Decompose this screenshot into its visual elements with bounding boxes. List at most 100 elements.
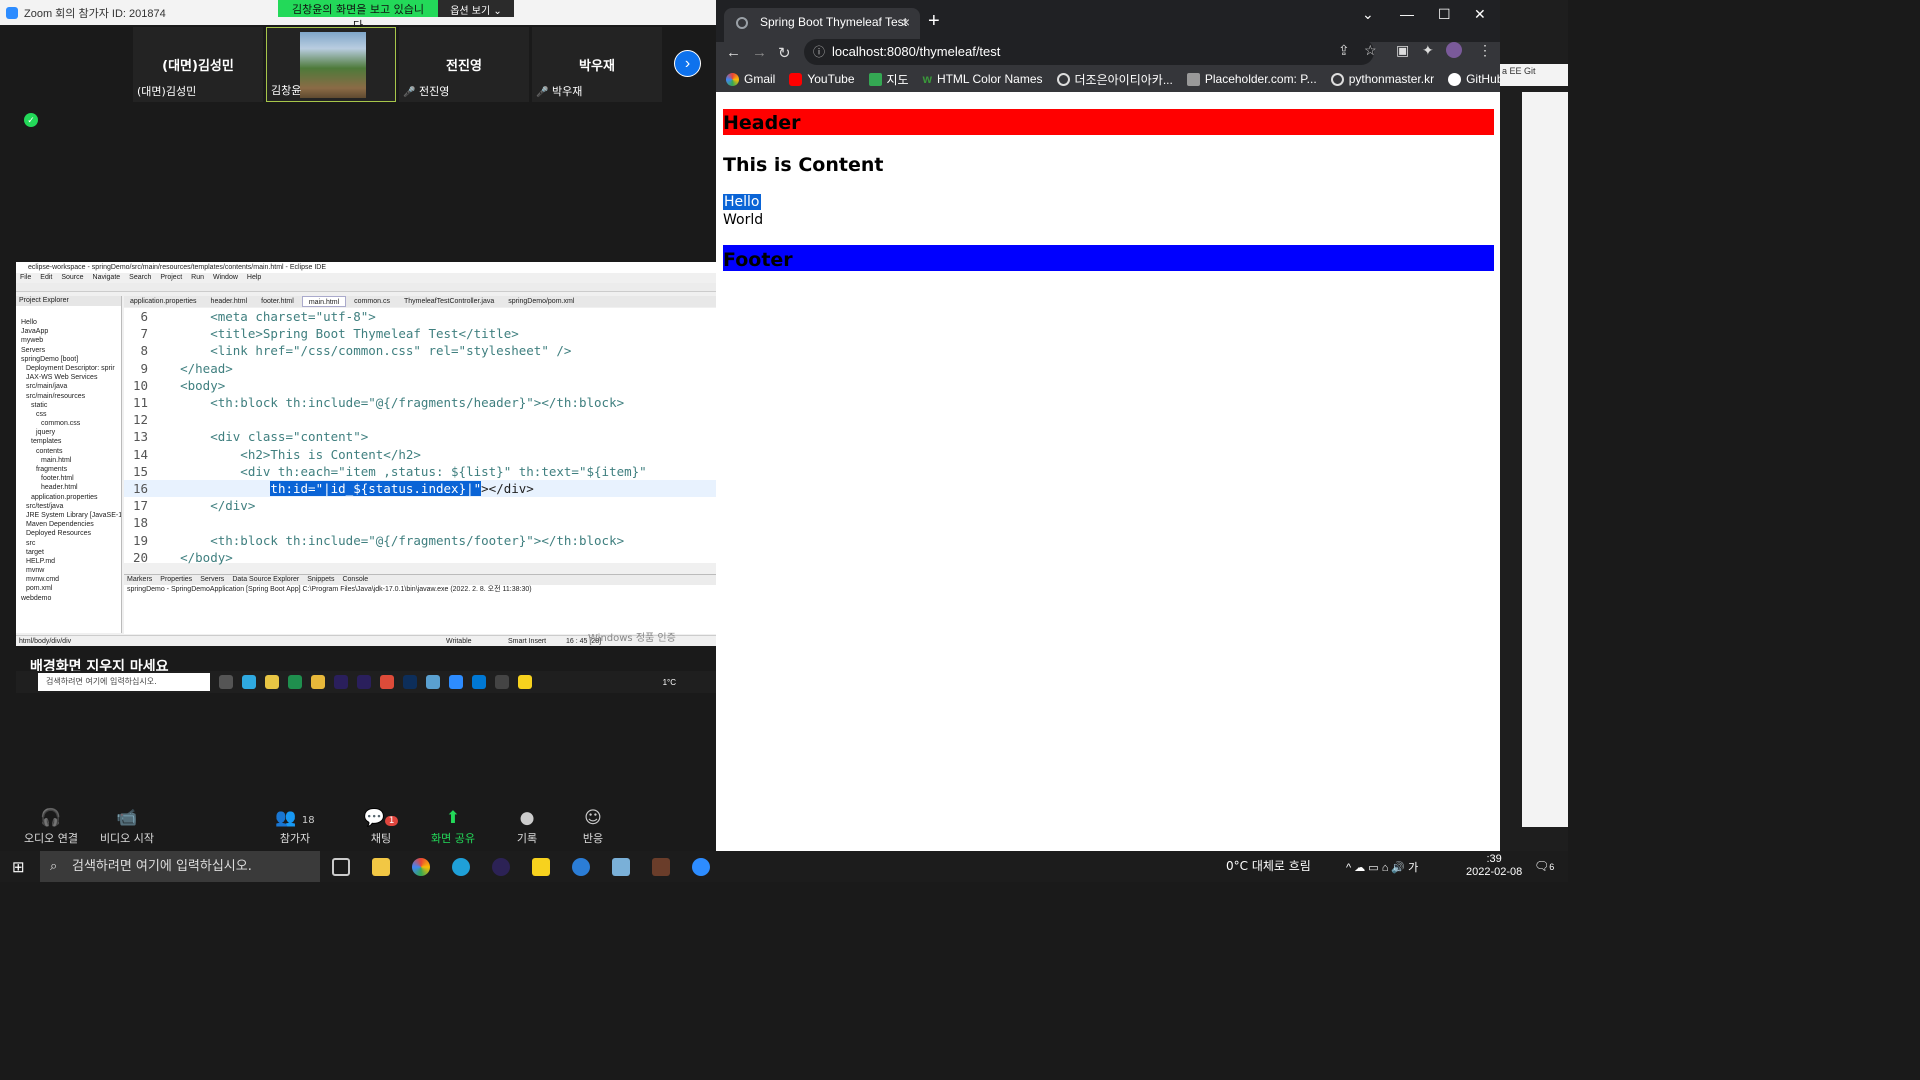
- bookmark-github[interactable]: GitHub: [1448, 72, 1503, 86]
- close-window-icon[interactable]: ✕: [1474, 6, 1486, 23]
- tree-item[interactable]: JavaApp: [16, 327, 121, 336]
- code-line[interactable]: 17 </div>: [124, 497, 716, 514]
- tree-item[interactable]: fragments: [16, 465, 121, 474]
- bookmark-html-colors[interactable]: w HTML Color Names: [923, 72, 1043, 86]
- editor-tab[interactable]: common.cs: [348, 296, 396, 307]
- next-page-icon[interactable]: ›: [674, 50, 701, 77]
- share-icon[interactable]: ⇪: [1338, 42, 1350, 59]
- back-icon[interactable]: ←: [726, 44, 741, 61]
- console-tab[interactable]: Data Source Explorer: [232, 575, 299, 585]
- menu-item[interactable]: Run: [191, 273, 204, 283]
- tree-item[interactable]: JRE System Library [JavaSE-1: [16, 511, 121, 520]
- menu-icon[interactable]: ⋮: [1478, 42, 1492, 59]
- star-icon[interactable]: ☆: [1364, 42, 1377, 59]
- tree-item[interactable]: css: [16, 410, 121, 419]
- tree-item[interactable]: JAX-WS Web Services: [16, 373, 121, 382]
- tree-item[interactable]: target: [16, 548, 121, 557]
- maximize-icon[interactable]: ☐: [1438, 6, 1451, 23]
- view-options-button[interactable]: 옵션 보기 ⌄: [438, 0, 514, 17]
- code-line[interactable]: 7 <title>Spring Boot Thymeleaf Test</tit…: [124, 325, 716, 342]
- browser-tab[interactable]: Spring Boot Thymeleaf Test ×: [724, 8, 920, 42]
- reload-icon[interactable]: ↻: [778, 44, 791, 62]
- task-view-icon[interactable]: [332, 858, 350, 876]
- code-line[interactable]: 19 <th:block th:include="@{/fragments/fo…: [124, 532, 716, 549]
- tree-item[interactable]: contents: [16, 447, 121, 456]
- menu-item[interactable]: Source: [61, 273, 83, 283]
- profile-avatar[interactable]: [1446, 42, 1462, 58]
- tree-item[interactable]: src/test/java: [16, 502, 121, 511]
- tree-item[interactable]: mvnw.cmd: [16, 575, 121, 584]
- game-icon[interactable]: [652, 858, 670, 876]
- audio-button[interactable]: 🎧 오디오 연결: [16, 808, 86, 846]
- tree-item[interactable]: src/main/java: [16, 382, 121, 391]
- bookmark-pythonmaster[interactable]: pythonmaster.kr: [1330, 72, 1434, 86]
- bookmark-maps[interactable]: 지도: [868, 71, 909, 88]
- tray-icons[interactable]: ^ ☁ ▭ ⌂ 🔊 가: [1346, 859, 1418, 875]
- console-tab[interactable]: Snippets: [307, 575, 334, 585]
- tree-item[interactable]: src/main/resources: [16, 392, 121, 401]
- editor-tab[interactable]: main.html: [301, 296, 347, 307]
- menu-item[interactable]: Help: [247, 273, 261, 283]
- participant-tile[interactable]: 박우재 🎤 박우재: [532, 27, 662, 102]
- menu-item[interactable]: Navigate: [93, 273, 121, 283]
- bookmark-placeholder[interactable]: Placeholder.com: P...: [1186, 72, 1317, 86]
- editor-tab[interactable]: footer.html: [255, 296, 300, 307]
- taskbar-search[interactable]: ⌕ 검색하려면 여기에 입력하십시오.: [40, 851, 320, 882]
- tree-item[interactable]: HELP.md: [16, 557, 121, 566]
- editor-tab[interactable]: header.html: [205, 296, 254, 307]
- tab-search-icon[interactable]: ⌄: [1362, 6, 1374, 23]
- code-line[interactable]: 12: [124, 411, 716, 428]
- notepad-taskbar-icon[interactable]: [612, 858, 630, 876]
- tree-item[interactable]: main.html: [16, 456, 121, 465]
- tree-item[interactable]: Deployment Descriptor: sprir: [16, 364, 121, 373]
- tree-item[interactable]: webdemo: [16, 594, 121, 603]
- share-screen-button[interactable]: ⬆ 화면 공유: [418, 808, 488, 846]
- editor-tab[interactable]: application.properties: [124, 296, 203, 307]
- tree-item[interactable]: springDemo [boot]: [16, 355, 121, 364]
- close-tab-icon[interactable]: ×: [902, 8, 910, 36]
- bookmark-gmail[interactable]: Gmail: [726, 72, 775, 86]
- tree-item[interactable]: src: [16, 539, 121, 548]
- tree-item[interactable]: Servers: [16, 346, 121, 355]
- extension-icon[interactable]: ▣: [1396, 42, 1409, 59]
- code-line[interactable]: 10 <body>: [124, 377, 716, 394]
- file-explorer-icon[interactable]: [372, 858, 390, 876]
- code-line[interactable]: 18: [124, 514, 716, 531]
- tree-item[interactable]: header.html: [16, 483, 121, 492]
- record-button[interactable]: ● 기록: [492, 808, 562, 846]
- console-tab[interactable]: Servers: [200, 575, 224, 585]
- address-bar[interactable]: ⓘ localhost:8080/thymeleaf/test: [804, 39, 1374, 65]
- edge-taskbar-icon[interactable]: [452, 858, 470, 876]
- participant-tile[interactable]: 전진영 🎤 전진영: [399, 27, 529, 102]
- tree-item[interactable]: static: [16, 401, 121, 410]
- puzzle-icon[interactable]: ✦: [1422, 42, 1434, 59]
- tree-item[interactable]: common.css: [16, 419, 121, 428]
- participants-button[interactable]: 👥 18 참가자: [260, 808, 330, 846]
- taskbar-clock[interactable]: :39 2022-02-08: [1466, 853, 1522, 879]
- console-tab[interactable]: Console: [342, 575, 368, 585]
- code-line[interactable]: 16 th:id="|id_${status.index}|"></div>: [124, 480, 716, 498]
- bookmark-youtube[interactable]: YouTube: [789, 72, 855, 86]
- code-editor[interactable]: 6 <meta charset="utf-8"> 7 <title>Spring …: [124, 308, 716, 565]
- minimize-icon[interactable]: —: [1400, 6, 1414, 22]
- code-line[interactable]: 9 </head>: [124, 360, 716, 377]
- tree-item[interactable]: mvnw: [16, 566, 121, 575]
- menu-item[interactable]: Search: [129, 273, 151, 283]
- editor-tab[interactable]: springDemo/pom.xml: [502, 296, 580, 307]
- notification-icon[interactable]: 🗨6: [1534, 859, 1554, 873]
- chrome-taskbar-icon[interactable]: [412, 858, 430, 876]
- editor-tab[interactable]: ThymeleafTestController.java: [398, 296, 500, 307]
- ie-icon[interactable]: [572, 858, 590, 876]
- code-line[interactable]: 13 <div class="content">: [124, 428, 716, 445]
- zoom-app-icon[interactable]: [692, 858, 710, 876]
- new-tab-icon[interactable]: +: [928, 10, 940, 33]
- menu-item[interactable]: Window: [213, 273, 238, 283]
- tree-item[interactable]: application.properties: [16, 493, 121, 502]
- tree-item[interactable]: Maven Dependencies: [16, 520, 121, 529]
- console-tab[interactable]: Markers: [127, 575, 152, 585]
- eclipse-app-icon[interactable]: [492, 858, 510, 876]
- chat-button[interactable]: 💬 1 채팅: [346, 808, 416, 846]
- tree-item[interactable]: jquery: [16, 428, 121, 437]
- weather-widget[interactable]: 0°C 대체로 흐림: [1226, 851, 1311, 882]
- tree-item[interactable]: myweb: [16, 336, 121, 345]
